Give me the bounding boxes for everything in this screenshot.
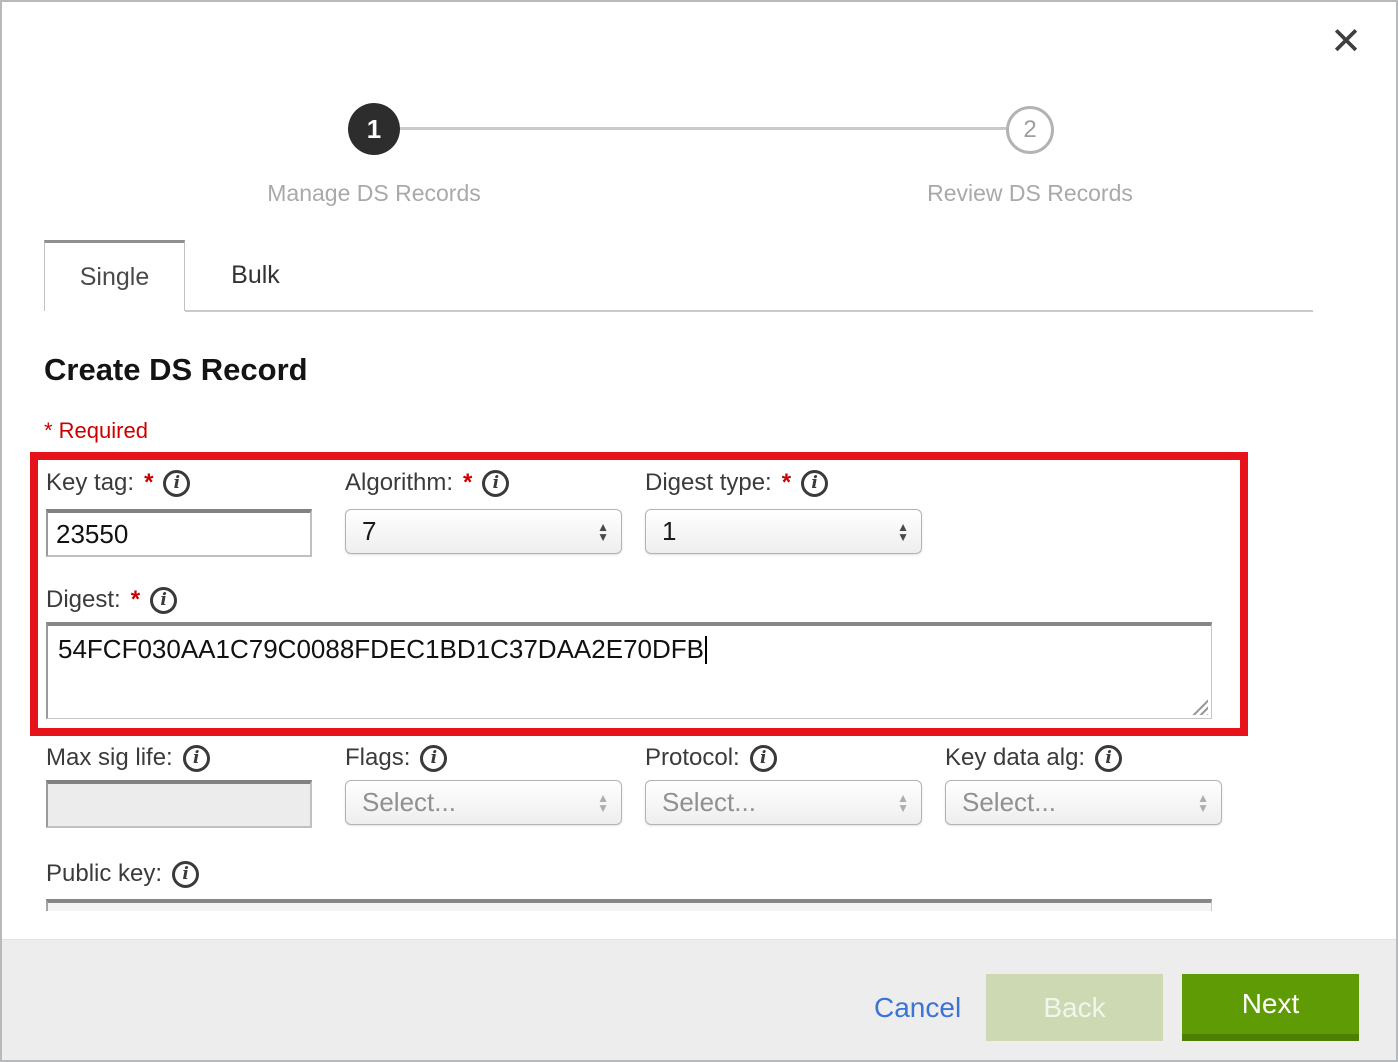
digest-type-required-star: *: [779, 469, 791, 497]
public-key-textarea[interactable]: [46, 899, 1212, 911]
info-glyph: i: [193, 748, 199, 768]
page-title: Create DS Record: [44, 352, 308, 388]
step-1-indicator: 1: [348, 103, 400, 155]
algorithm-label: Algorithm: * i: [345, 469, 509, 497]
key-tag-label: Key tag: * i: [46, 469, 190, 497]
key-data-alg-select-value: Select...: [962, 787, 1197, 818]
select-stepper-icon: ▲ ▼: [897, 522, 909, 542]
select-stepper-icon: ▲ ▼: [897, 793, 909, 813]
tab-bulk[interactable]: Bulk: [185, 240, 326, 311]
algorithm-select-value: 7: [362, 516, 597, 547]
protocol-select-value: Select...: [662, 787, 897, 818]
cancel-link[interactable]: Cancel: [874, 992, 961, 1024]
info-glyph: i: [182, 864, 188, 884]
key-tag-required-star: *: [141, 469, 153, 497]
create-ds-record-modal: ✕ 1 2 Manage DS Records Review DS Record…: [0, 0, 1398, 1062]
back-button: Back: [986, 974, 1163, 1041]
next-button[interactable]: Next: [1182, 974, 1359, 1041]
info-glyph: i: [431, 748, 437, 768]
public-key-label: Public key: i: [46, 860, 199, 888]
digest-label-text: Digest:: [46, 586, 121, 614]
algorithm-info-icon[interactable]: i: [482, 470, 509, 497]
step-1-number: 1: [367, 114, 381, 145]
close-button[interactable]: ✕: [1330, 22, 1362, 60]
max-sig-life-input: [46, 780, 312, 828]
public-key-info-icon[interactable]: i: [172, 861, 199, 888]
required-note: * Required: [44, 418, 148, 444]
info-glyph: i: [174, 473, 180, 493]
key-tag-label-text: Key tag:: [46, 469, 134, 497]
stepper-connector-line: [400, 127, 1008, 130]
select-stepper-icon: ▲ ▼: [597, 522, 609, 542]
protocol-label: Protocol: i: [645, 744, 777, 772]
tabs-divider: [185, 310, 1313, 312]
digest-type-select[interactable]: 1 ▲ ▼: [645, 509, 922, 554]
flags-label: Flags: i: [345, 744, 447, 772]
select-stepper-icon: ▲ ▼: [1197, 793, 1209, 813]
close-icon: ✕: [1330, 19, 1362, 63]
step-2-label: Review DS Records: [880, 180, 1180, 207]
algorithm-label-text: Algorithm:: [345, 469, 453, 497]
key-tag-input[interactable]: [46, 509, 312, 557]
max-sig-life-info-icon[interactable]: i: [183, 745, 210, 772]
key-tag-info-icon[interactable]: i: [163, 470, 190, 497]
step-2-number: 2: [1023, 116, 1036, 144]
digest-type-label: Digest type: * i: [645, 469, 828, 497]
info-glyph: i: [811, 473, 817, 493]
text-cursor: [705, 636, 707, 664]
digest-required-star: *: [128, 586, 140, 614]
flags-label-text: Flags:: [345, 744, 410, 772]
algorithm-required-star: *: [460, 469, 472, 497]
info-glyph: i: [760, 748, 766, 768]
flags-info-icon[interactable]: i: [420, 745, 447, 772]
flags-select[interactable]: Select... ▲ ▼: [345, 780, 622, 825]
max-sig-life-label: Max sig life: i: [46, 744, 210, 772]
digest-label: Digest: * i: [46, 586, 177, 614]
chevron-down-icon: ▼: [897, 803, 909, 813]
key-data-alg-label: Key data alg: i: [945, 744, 1122, 772]
public-key-label-text: Public key:: [46, 860, 162, 888]
protocol-info-icon[interactable]: i: [750, 745, 777, 772]
step-2-indicator: 2: [1006, 106, 1054, 154]
digest-textarea[interactable]: 54FCF030AA1C79C0088FDEC1BD1C37DAA2E70DFB: [46, 622, 1212, 719]
digest-type-label-text: Digest type:: [645, 469, 772, 497]
protocol-select[interactable]: Select... ▲ ▼: [645, 780, 922, 825]
tab-bulk-label: Bulk: [231, 261, 280, 290]
tab-single[interactable]: Single: [44, 240, 185, 311]
digest-value: 54FCF030AA1C79C0088FDEC1BD1C37DAA2E70DFB: [58, 634, 704, 664]
digest-info-icon[interactable]: i: [150, 587, 177, 614]
info-glyph: i: [160, 590, 166, 610]
resize-handle-icon[interactable]: [1191, 698, 1208, 715]
tab-single-label: Single: [80, 263, 150, 292]
algorithm-select[interactable]: 7 ▲ ▼: [345, 509, 622, 554]
chevron-down-icon: ▼: [1197, 803, 1209, 813]
chevron-down-icon: ▼: [597, 803, 609, 813]
select-stepper-icon: ▲ ▼: [597, 793, 609, 813]
info-glyph: i: [493, 473, 499, 493]
max-sig-life-label-text: Max sig life:: [46, 744, 173, 772]
chevron-down-icon: ▼: [897, 532, 909, 542]
key-data-alg-label-text: Key data alg:: [945, 744, 1085, 772]
step-1-label: Manage DS Records: [224, 180, 524, 207]
digest-type-info-icon[interactable]: i: [801, 470, 828, 497]
flags-select-value: Select...: [362, 787, 597, 818]
chevron-down-icon: ▼: [597, 532, 609, 542]
digest-type-select-value: 1: [662, 516, 897, 547]
info-glyph: i: [1105, 748, 1111, 768]
protocol-label-text: Protocol:: [645, 744, 740, 772]
key-data-alg-select[interactable]: Select... ▲ ▼: [945, 780, 1222, 825]
key-data-alg-info-icon[interactable]: i: [1095, 745, 1122, 772]
